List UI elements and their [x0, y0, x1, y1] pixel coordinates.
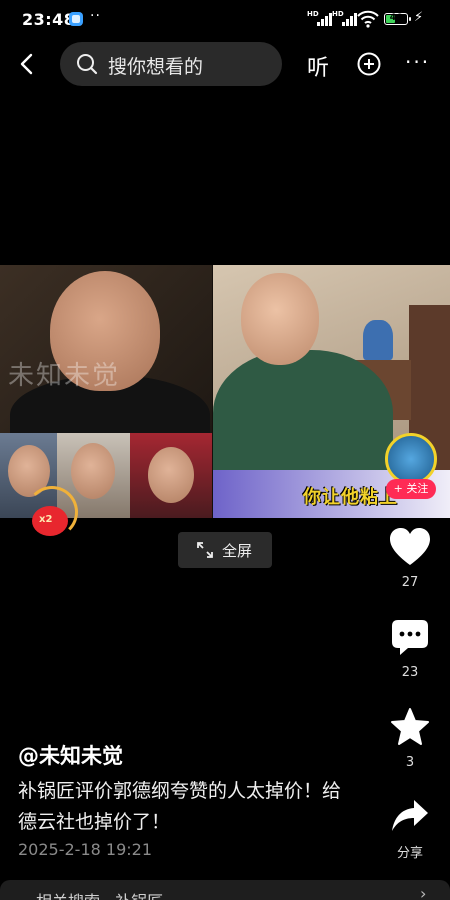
listen-button[interactable]: 听 [307, 50, 329, 82]
video-caption: 你让他粘上 [303, 487, 398, 508]
search-icon [77, 54, 98, 75]
chevron-right-icon: › [420, 884, 427, 900]
battery-level: 46 [389, 13, 403, 23]
expand-icon [197, 542, 213, 558]
video-tile-main: 未知未觉 [0, 265, 212, 433]
status-time: 23:48 [22, 10, 76, 29]
search-input[interactable]: 搜你想看的 [60, 42, 282, 86]
like-button[interactable]: 27 [380, 525, 440, 595]
notification-dots: ·· [90, 8, 101, 24]
fullscreen-label: 全屏 [222, 542, 253, 560]
favorite-button[interactable]: 3 [380, 705, 440, 775]
plus-circle-icon[interactable] [357, 52, 381, 76]
share-button[interactable]: 分享 [380, 795, 440, 865]
fullscreen-button[interactable]: 全屏 [178, 532, 272, 568]
signal-icon: HD [332, 10, 358, 26]
comment-button[interactable]: 23 [380, 615, 440, 685]
back-icon[interactable] [16, 52, 40, 76]
star-icon [391, 708, 429, 745]
follow-button[interactable]: + 关注 [386, 479, 436, 499]
comment-icon [392, 620, 428, 655]
favorite-count: 3 [405, 755, 415, 770]
red-packet-icon[interactable]: x2 [32, 506, 68, 536]
video-tile-right: 你让他粘上 + 关注 [213, 265, 450, 518]
signal-icon: HD [307, 10, 333, 26]
related-search-bar[interactable]: 相关搜索 · 补锅匠 › [0, 880, 450, 900]
more-icon[interactable]: ··· [405, 50, 430, 74]
battery-icon: 46 [384, 13, 411, 25]
live-avatar[interactable] [385, 433, 437, 485]
like-count: 27 [401, 575, 419, 590]
video-player[interactable]: 未知未觉 你让他粘上 + 关注 [0, 265, 450, 518]
comment-count: 23 [401, 665, 419, 680]
post-description: 补锅匠评价郭德纲夸赞的人太掉价！给德云社也掉价了！ [18, 780, 342, 833]
related-search-label: 相关搜索 · 补锅匠 [36, 888, 163, 900]
author-name[interactable]: @未知未觉 [18, 740, 123, 770]
app-icon [69, 12, 83, 26]
share-label: 分享 [396, 846, 423, 861]
post-date: 2025-2-18 19:21 [18, 840, 152, 859]
status-bar: 23:48 ·· HD HD 46 ⚡ [0, 0, 450, 40]
heart-icon [390, 528, 430, 565]
video-tile-small [130, 433, 212, 518]
video-watermark: 未知未觉 [8, 361, 121, 391]
charging-icon: ⚡ [414, 10, 424, 25]
search-placeholder: 搜你想看的 [108, 56, 204, 78]
wifi-icon [357, 10, 379, 28]
share-icon [392, 800, 428, 831]
